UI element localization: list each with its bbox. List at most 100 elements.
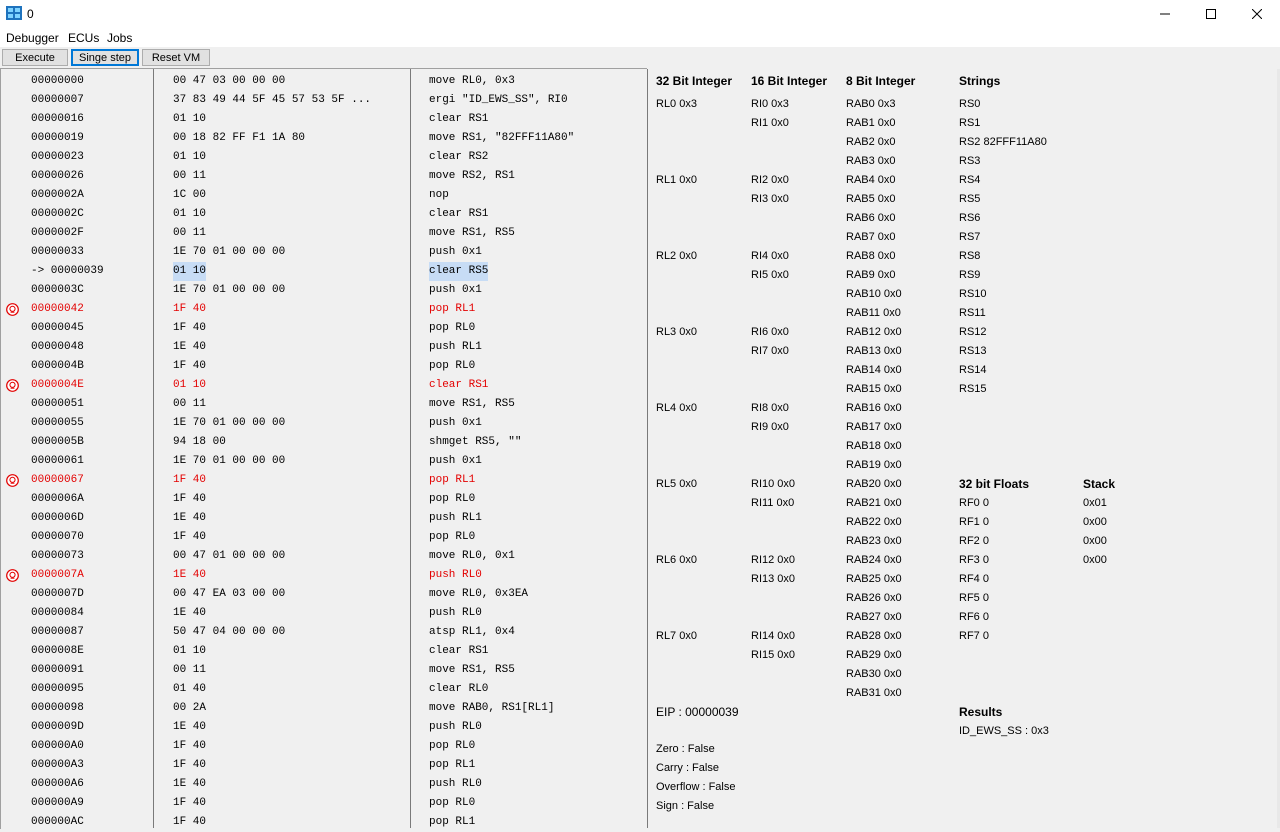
breakpoint-row[interactable]: 00000067 1F 40 pop RL1 [1,471,645,490]
row-mnemonic: pop RL0 [429,493,476,505]
row-mnemonic: move RL0, 0x1 [429,550,515,562]
instruction-row[interactable]: 00000000 00 47 03 00 00 00 move RL0, 0x3 [1,72,645,91]
instruction-row[interactable]: 0000002C 01 10 clear RS1 [1,205,645,224]
instruction-row[interactable]: 00000016 01 10 clear RS1 [1,110,645,129]
register-rs: RS10 [959,288,987,300]
window-title: 0 [27,7,34,21]
register-rab: RAB2 0x0 [846,136,896,148]
row-opcode-bytes: 1F 40 [173,474,207,486]
instruction-row[interactable]: 000000A3 1F 40 pop RL1 [1,756,645,775]
instruction-row[interactable]: 00000019 00 18 82 FF F1 1A 80 move RS1, "8… [1,129,645,148]
instruction-row[interactable]: 0000002A 1C 00 nop [1,186,645,205]
register-ri: RI13 0x0 [751,573,796,585]
instruction-row[interactable]: 00000023 01 10 clear RS2 [1,148,645,167]
row-opcode-bytes: 00 47 03 00 00 00 [173,75,286,87]
row-mnemonic: nop [429,189,449,201]
close-button[interactable] [1234,0,1280,28]
breakpoint-icon[interactable] [6,303,19,316]
breakpoint-row[interactable]: 0000004E 01 10 clear RS1 [1,376,645,395]
stack-entry: 0x00 [1083,554,1107,566]
instruction-row[interactable]: 00000073 00 47 01 00 00 00 move RL0, 0x1 [1,547,645,566]
menu-jobs[interactable]: Jobs [107,31,132,45]
breakpoint-row[interactable]: 0000007A 1E 40 push RL0 [1,566,645,585]
reset-vm-button[interactable]: Reset VM [142,49,210,66]
menu-ecus[interactable]: ECUs [68,31,99,45]
instruction-row[interactable]: 00000061 1E 70 01 00 00 00 push 0x1 [1,452,645,471]
row-address: 00000000 [31,75,84,87]
execute-button[interactable]: Execute [2,49,68,66]
maximize-button[interactable] [1188,0,1234,28]
instruction-row[interactable]: 000000A6 1E 40 push RL0 [1,775,645,794]
row-opcode-bytes: 01 10 [173,208,207,220]
row-mnemonic: push RL1 [429,341,482,353]
maximize-icon [1206,9,1216,19]
instruction-row[interactable]: 00000055 1E 70 01 00 00 00 push 0x1 [1,414,645,433]
row-address: 0000005B [31,436,84,448]
row-opcode-bytes: 01 10 [173,262,207,281]
register-rab: RAB30 0x0 [846,668,902,680]
register-rf: RF4 0 [959,573,989,585]
register-rab: RAB12 0x0 [846,326,902,338]
menu-debugger[interactable]: Debugger [6,31,59,45]
row-opcode-bytes: 00 11 [173,398,207,410]
row-address: 00000023 [31,151,84,163]
breakpoint-icon[interactable] [6,569,19,582]
row-address: 00000045 [31,322,84,334]
instruction-row[interactable]: 00000091 00 11 move RS1, RS5 [1,661,645,680]
instruction-row[interactable]: 0000002F 00 11 move RS1, RS5 [1,224,645,243]
instruction-row[interactable]: 000000A0 1F 40 pop RL0 [1,737,645,756]
row-mnemonic: push 0x1 [429,246,482,258]
instruction-row[interactable]: 000000A9 1F 40 pop RL0 [1,794,645,813]
disassembly-list[interactable]: 00000000 00 47 03 00 00 00 move RL0, 0x3 00… [0,68,647,829]
minimize-button[interactable] [1142,0,1188,28]
instruction-row[interactable]: 00000051 00 11 move RS1, RS5 [1,395,645,414]
instruction-row[interactable]: 00000026 00 11 move RS2, RS1 [1,167,645,186]
instruction-row[interactable]: 000000AC 1F 40 pop RL1 [1,813,645,832]
breakpoint-row[interactable]: 00000042 1F 40 pop RL1 [1,300,645,319]
breakpoint-icon[interactable] [6,379,19,392]
instruction-row[interactable]: 0000006D 1E 40 push RL1 [1,509,645,528]
register-rab: RAB19 0x0 [846,459,902,471]
row-opcode-bytes: 1E 40 [173,778,207,790]
instruction-row[interactable]: 0000003C 1E 70 01 00 00 00 push 0x1 [1,281,645,300]
current-instruction-row[interactable]: -> 00000039 01 10 clear RS5 [1,262,645,281]
row-mnemonic: move RL0, 0x3EA [429,588,529,600]
instruction-row[interactable]: 0000004B 1F 40 pop RL0 [1,357,645,376]
row-address: 000000A0 [31,740,84,752]
cpu-flag: Sign : False [656,800,715,812]
instruction-row[interactable]: 0000008E 01 10 clear RS1 [1,642,645,661]
register-rab: RAB18 0x0 [846,440,902,452]
column-separator [153,69,154,828]
menu-bar: Debugger ECUs Jobs [0,28,1280,47]
row-mnemonic: shmget RS5, "" [429,436,522,448]
instruction-row[interactable]: 00000033 1E 70 01 00 00 00 push 0x1 [1,243,645,262]
register-rab: RAB13 0x0 [846,345,902,357]
row-mnemonic: pop RL0 [429,531,476,543]
instruction-row[interactable]: 00000045 1F 40 pop RL0 [1,319,645,338]
instruction-row[interactable]: 00000048 1E 40 push RL1 [1,338,645,357]
instruction-row[interactable]: 00000084 1E 40 push RL0 [1,604,645,623]
register-rl: RL6 0x0 [656,554,697,566]
single-step-button[interactable]: Singe step [71,49,139,66]
row-mnemonic: pop RL0 [429,740,476,752]
row-opcode-bytes: 00 11 [173,664,207,676]
register-rl: RL1 0x0 [656,174,697,186]
instruction-row[interactable]: 0000007D 00 47 EA 03 00 00 move RL0, 0x3EA [1,585,645,604]
instruction-row[interactable]: 0000005B 94 18 00 shmget RS5, "" [1,433,645,452]
instruction-row[interactable]: 00000087 50 47 04 00 00 00 atsp RL1, 0x4 [1,623,645,642]
row-address: 000000AC [31,816,84,828]
row-address: 000000A6 [31,778,84,790]
breakpoint-icon[interactable] [6,474,19,487]
row-address: 00000026 [31,170,84,182]
instruction-row[interactable]: 00000070 1F 40 pop RL0 [1,528,645,547]
row-opcode-bytes: 00 47 EA 03 00 00 [173,588,286,600]
instruction-row[interactable]: 00000098 00 2A move RAB0, RS1[RL1] [1,699,645,718]
row-address: 00000007 [31,94,84,106]
instruction-row[interactable]: 00000095 01 40 clear RL0 [1,680,645,699]
row-address: 0000004B [31,360,84,372]
row-opcode-bytes: 1F 40 [173,303,207,315]
row-opcode-bytes: 1E 40 [173,721,207,733]
instruction-row[interactable]: 0000009D 1E 40 push RL0 [1,718,645,737]
instruction-row[interactable]: 00000007 37 83 49 44 5F 45 57 53 5F ... er… [1,91,645,110]
instruction-row[interactable]: 0000006A 1F 40 pop RL0 [1,490,645,509]
